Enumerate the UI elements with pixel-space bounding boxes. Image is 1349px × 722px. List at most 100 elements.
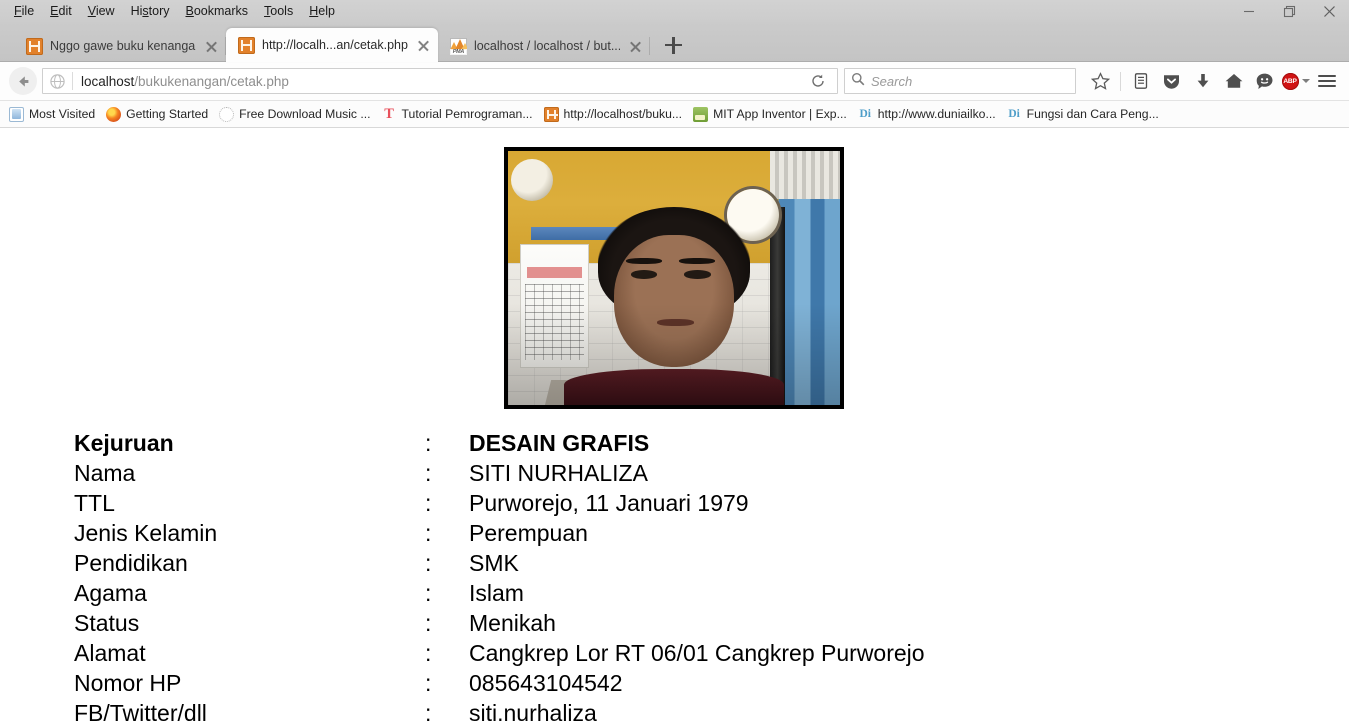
adblock-label: ABP [1281,72,1299,90]
row-value: Purworejo, 11 Januari 1979 [469,490,749,516]
downloads-icon[interactable] [1188,66,1217,96]
bookmark-label: Free Download Music ... [239,107,371,121]
page-content: Kejuruan : DESAIN GRAFIS Nama : SITI NUR… [0,128,1349,722]
tab-1[interactable]: http://localh...an/cetak.php [226,28,438,62]
row-separator: : [425,460,432,486]
firefox-icon [106,106,122,122]
row-value: SMK [469,550,519,576]
bookmark-label: http://www.duniailko... [877,107,996,121]
search-input[interactable]: Search [844,68,1076,94]
url-bar[interactable]: localhost/bukukenangan/cetak.php [42,68,838,94]
bookmark-most-visited[interactable]: Most Visited [4,105,101,124]
tab-label: http://localh...an/cetak.php [262,38,408,52]
url-path: /bukukenangan/cetak.php [134,73,289,89]
profile-row-status: Status : Menikah [0,608,1349,638]
row-label: Nomor HP [74,670,182,696]
broken-image-favicon [238,36,255,54]
toolbar-icons: ABP [1086,66,1341,96]
tab-close-icon[interactable] [203,38,220,55]
close-icon[interactable] [1309,0,1349,22]
bookmark-label: MIT App Inventor | Exp... [713,107,847,121]
browser-window: File Edit View History Bookmarks Tools H… [0,0,1349,722]
back-button[interactable] [6,66,40,96]
feedback-smiley-icon[interactable] [1250,66,1279,96]
tab-close-icon[interactable] [627,38,644,55]
tab-close-icon[interactable] [415,37,432,54]
bookmark-tutorial-pemrograman[interactable]: T Tutorial Pemrograman... [377,105,539,124]
window-controls [1229,0,1349,22]
pocket-icon[interactable] [1157,66,1186,96]
adblock-plus-button[interactable]: ABP [1281,66,1310,96]
row-separator: : [425,580,432,606]
row-label: TTL [74,490,115,516]
reload-icon[interactable] [803,68,833,94]
bookmark-fungsi-dan-cara[interactable]: Di Fungsi dan Cara Peng... [1002,105,1165,124]
row-separator: : [425,490,432,516]
tab-2[interactable]: PMA localhost / localhost / but... [438,30,650,62]
row-label: Agama [74,580,147,606]
broken-image-favicon [26,37,43,55]
restore-icon[interactable] [1269,0,1309,22]
search-placeholder: Search [871,73,913,89]
menubar: File Edit View History Bookmarks Tools H… [0,2,343,21]
row-label: Status [74,610,140,636]
hamburger-menu-icon[interactable] [1312,66,1341,96]
url-host: localhost [81,73,135,89]
minimize-icon[interactable] [1229,0,1269,22]
bookmark-star-icon[interactable] [1086,66,1115,96]
row-separator: : [425,670,432,696]
row-separator: : [425,700,432,722]
titlebar: File Edit View History Bookmarks Tools H… [0,0,1349,22]
row-value: Islam [469,580,524,606]
globe-icon[interactable] [49,73,66,90]
menu-history[interactable]: History [123,2,178,21]
menu-help[interactable]: Help [301,2,343,21]
tab-label: localhost / localhost / but... [473,39,620,53]
menu-edit[interactable]: Edit [42,2,80,21]
profile-row-pendidikan: Pendidikan : SMK [0,548,1349,578]
row-value: Perempuan [469,520,588,546]
row-value: DESAIN GRAFIS [469,430,650,456]
profile-info-list: Kejuruan : DESAIN GRAFIS Nama : SITI NUR… [0,428,1349,722]
dotted-circle-icon [219,106,235,122]
new-tab-button[interactable] [658,30,688,60]
bookmark-getting-started[interactable]: Getting Started [101,105,214,124]
profile-row-agama: Agama : Islam [0,578,1349,608]
chevron-down-icon[interactable] [1301,79,1310,83]
menu-tools[interactable]: Tools [256,2,301,21]
broken-image-favicon [543,106,559,122]
row-label: Kejuruan [74,430,174,456]
bookmarks-toolbar: Most Visited Getting Started Free Downlo… [0,101,1349,128]
tab-strip: Nggo gawe buku kenanga... http://localh.… [0,22,1349,62]
profile-row-kejuruan: Kejuruan : DESAIN GRAFIS [0,428,1349,458]
webcam-portrait-photo [504,147,844,409]
row-label: Nama [74,460,136,486]
menu-file[interactable]: File [6,2,42,21]
row-label: Jenis Kelamin [74,520,218,546]
url-text: localhost/bukukenangan/cetak.php [81,74,289,89]
reader-list-icon[interactable] [1126,66,1155,96]
profile-row-jenis-kelamin: Jenis Kelamin : Perempuan [0,518,1349,548]
navigation-toolbar: localhost/bukukenangan/cetak.php Search [0,62,1349,101]
profile-row-nama: Nama : SITI NURHALIZA [0,458,1349,488]
row-separator: : [425,550,432,576]
bookmark-free-download-music[interactable]: Free Download Music ... [214,105,376,124]
bookmark-duniailkom[interactable]: Di http://www.duniailko... [853,105,1002,124]
bookmark-label: Getting Started [126,107,209,121]
tab-label: Nggo gawe buku kenanga... [50,39,196,53]
bookmark-label: Most Visited [29,107,96,121]
bookmark-label: Tutorial Pemrograman... [401,107,533,121]
most-visited-icon [9,106,24,122]
letter-di-icon: Di [1008,107,1020,120]
bookmark-mit-app-inventor[interactable]: MIT App Inventor | Exp... [688,105,853,124]
phpmyadmin-favicon: PMA [449,37,467,55]
tab-0[interactable]: Nggo gawe buku kenanga... [14,30,226,62]
menu-view[interactable]: View [80,2,123,21]
bookmark-localhost-buku[interactable]: http://localhost/buku... [539,105,689,124]
bookmark-label: Fungsi dan Cara Peng... [1026,107,1159,121]
menu-bookmarks[interactable]: Bookmarks [178,2,257,21]
home-icon[interactable] [1219,66,1248,96]
row-value: siti.nurhaliza [469,700,597,722]
profile-row-nomor-hp: Nomor HP : 085643104542 [0,668,1349,698]
row-separator: : [425,430,432,456]
